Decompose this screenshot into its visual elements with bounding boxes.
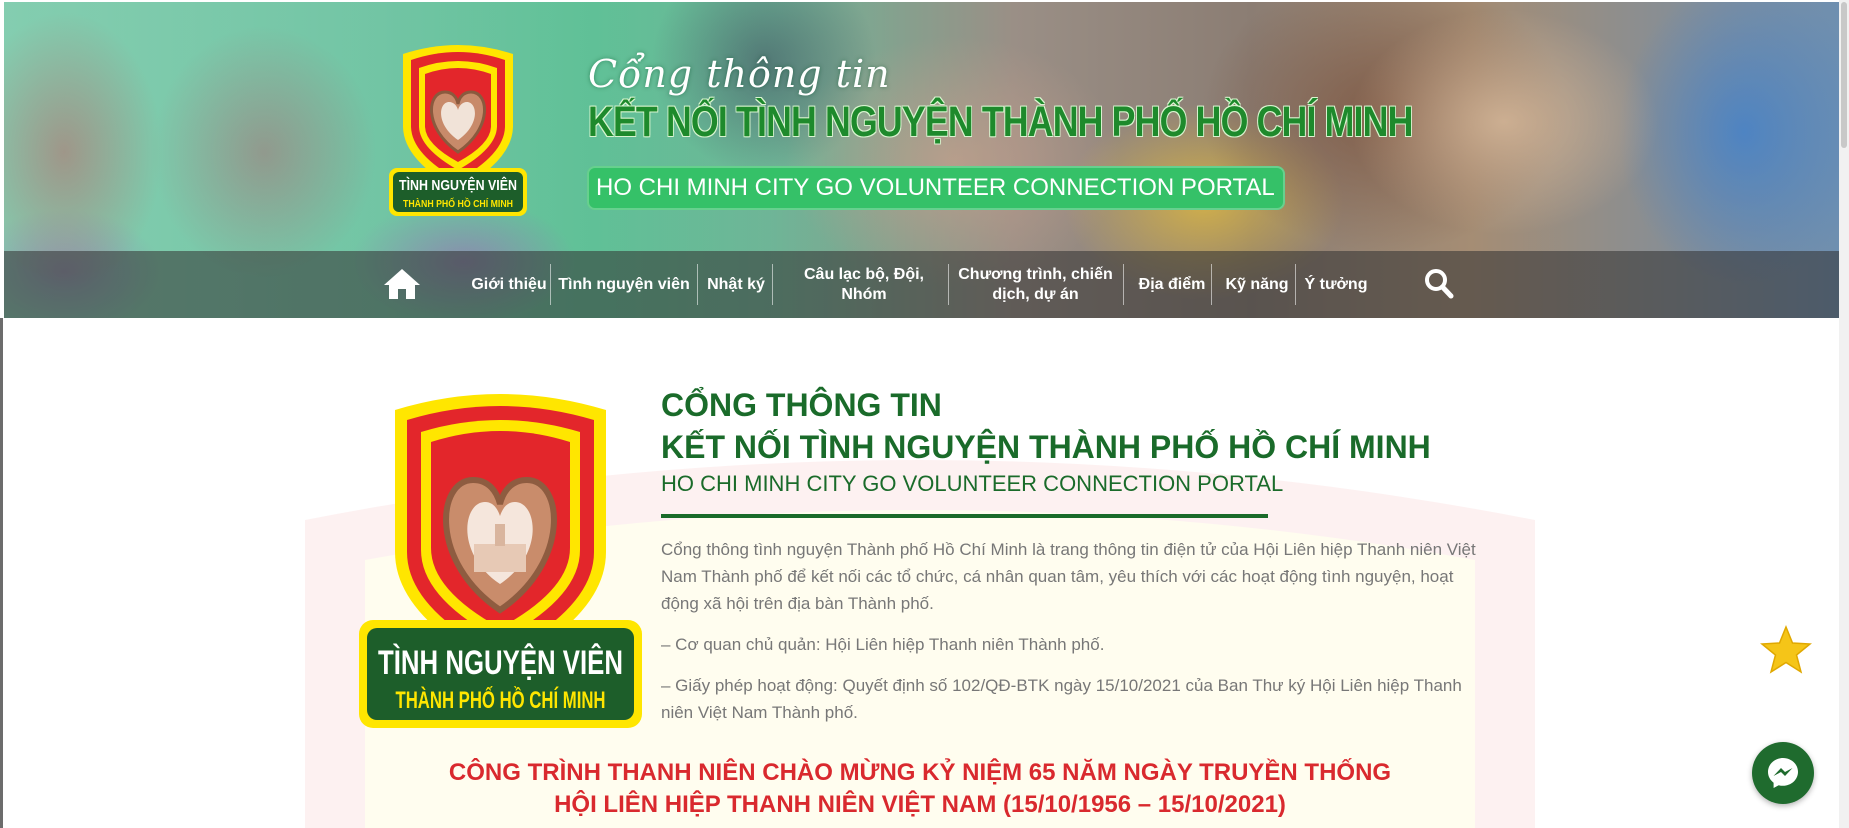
intro-section: CỔNG THÔNG TIN KẾT NỐI TÌNH NGUYỆN THÀNH…	[661, 384, 1491, 726]
nav-divider	[1211, 264, 1212, 305]
celebration-heading: CÔNG TRÌNH THANH NIÊN CHÀO MỪNG KỶ NIỆM …	[380, 757, 1460, 821]
nav-divider	[1123, 264, 1124, 305]
celebration-line1: CÔNG TRÌNH THANH NIÊN CHÀO MỪNG KỶ NIỆM …	[448, 759, 1392, 786]
nav-y-tuong[interactable]: Ý tưởng	[1300, 251, 1372, 318]
nav-ky-nang[interactable]: Kỹ năng	[1217, 251, 1297, 318]
main-nav: Giới thiệu Tình nguyện viên Nhật ký Câu …	[4, 251, 1839, 318]
search-icon[interactable]	[1424, 268, 1454, 300]
nav-gioi-thieu[interactable]: Giới thiệu	[459, 251, 559, 318]
nav-chuong-trinh[interactable]: Chương trình, chiến dịch, dự án	[958, 251, 1113, 318]
intro-agency: – Cơ quan chủ quản: Hội Liên hiệp Thanh …	[661, 635, 1105, 654]
messenger-button[interactable]	[1752, 742, 1814, 804]
intro-english-title: HO CHI MINH CITY GO VOLUNTEER CONNECTION…	[661, 471, 1284, 496]
intro-license: – Giấy phép hoạt động: Quyết định số 102…	[661, 676, 1462, 722]
scrollbar-thumb[interactable]	[1841, 2, 1847, 148]
page-edge	[0, 318, 3, 828]
nav-tinh-nguyen-vien[interactable]: Tình nguyện viên	[557, 251, 691, 318]
nav-divider	[772, 264, 773, 305]
celebration-line2: HỘI LIÊN HIỆP THANH NIÊN VIỆT NAM (15/10…	[554, 791, 1286, 818]
main-logo-text-1: TÌNH NGUYỆN VIÊN	[378, 644, 623, 682]
messenger-icon	[1768, 758, 1798, 788]
intro-heading-line2: KẾT NỐI TÌNH NGUYỆN THÀNH PHỐ HỒ CHÍ MIN…	[661, 429, 1431, 465]
hero-title-block: Cổng thông tin KẾT NỐI TÌNH NGUYỆN THÀNH…	[588, 52, 1581, 147]
nav-divider	[697, 264, 698, 305]
main-logo: TÌNH NGUYỆN VIÊN THÀNH PHỐ HỒ CHÍ MINH	[359, 394, 642, 728]
star-icon[interactable]	[1760, 625, 1812, 675]
intro-divider	[661, 514, 1268, 518]
nav-cau-lac-bo[interactable]: Câu lạc bộ, Đội, Nhóm	[793, 251, 935, 318]
hero-logo[interactable]: TÌNH NGUYỆN VIÊN THÀNH PHỐ HỒ CHÍ MINH	[383, 40, 533, 220]
nav-divider	[948, 264, 949, 305]
nav-divider	[1295, 264, 1296, 305]
hero-main-title: KẾT NỐI TÌNH NGUYỆN THÀNH PHỐ HỒ CHÍ MIN…	[588, 98, 1413, 146]
hero-script-title: Cổng thông tin	[588, 52, 891, 96]
hero-logo-text-1: TÌNH NGUYỆN VIÊN	[399, 176, 517, 194]
intro-paragraph: Cổng thông tình nguyện Thành phố Hồ Chí …	[661, 540, 1476, 613]
intro-heading-line1: CỔNG THÔNG TIN	[661, 387, 942, 423]
home-icon[interactable]	[382, 267, 422, 301]
main-logo-text-2: THÀNH PHỐ HỒ CHÍ MINH	[396, 686, 606, 714]
hero-logo-text-2: THÀNH PHỐ HỒ CHÍ MINH	[403, 196, 513, 210]
hero-english-title: HO CHI MINH CITY GO VOLUNTEER CONNECTION…	[587, 166, 1285, 210]
nav-dia-diem[interactable]: Địa điểm	[1132, 251, 1212, 318]
nav-divider	[550, 264, 551, 305]
nav-nhat-ky[interactable]: Nhật ký	[702, 251, 770, 318]
